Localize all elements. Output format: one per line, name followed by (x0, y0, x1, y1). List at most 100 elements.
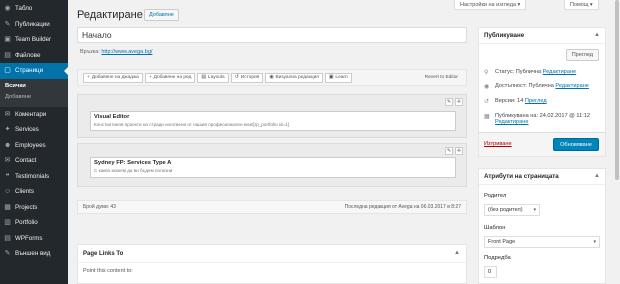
sidebar-item-label: WPForms (15, 234, 43, 242)
row-move-icon[interactable]: ✛ (455, 147, 463, 155)
current-menu-arrow (64, 66, 68, 75)
sidebar-item-pages[interactable]: ▢ Страници (0, 63, 68, 79)
row-edit-icon[interactable]: ✎ (445, 147, 453, 155)
sidebar-item-label: Публикации (15, 20, 50, 28)
widget-title: Visual Editor (94, 114, 130, 120)
toolbar-label: Добавяне на ред (153, 75, 192, 80)
sidebar-item-media[interactable]: ▤ Файлове (0, 48, 68, 64)
permalink-label: Връзка: (80, 49, 100, 55)
layouts-button[interactable]: ▤ Layouts (197, 72, 229, 83)
add-row-button[interactable]: + Добавяне на ред (144, 72, 196, 83)
widget-visual-editor[interactable]: Visual Editor Константинов проекти на ст… (90, 111, 456, 131)
contact-icon: ✉ (4, 157, 11, 165)
sidebar-item-appearance[interactable]: ✎ Външен вид (0, 246, 68, 262)
row-edit-icon[interactable]: ✎ (445, 98, 453, 106)
eye-icon: ◉ (484, 84, 490, 90)
parent-value: (без родител) (488, 207, 523, 213)
screen-options-button[interactable]: Настройки на изгледа ▾ (454, 0, 527, 10)
appearance-icon: ✎ (4, 250, 11, 258)
sidebar-item-projects[interactable]: ▦ Projects (0, 200, 68, 216)
page-links-to-box: Page Links To ▲ Point this content to: (77, 244, 467, 284)
publish-box: Публикуване ▲ Преглед ⚲ Статус: Публична… (478, 27, 606, 157)
toolbar-label: Layouts (207, 75, 225, 80)
sidebar-item-label: Portfolio (15, 219, 38, 227)
template-label: Шаблон (484, 225, 506, 231)
live-editor-button[interactable]: ◉ Визуална редакция (265, 72, 323, 83)
layouts-icon: ▤ (201, 75, 206, 80)
permalink-url[interactable]: http://www.avega.bg/ (101, 49, 152, 55)
row-move-icon[interactable]: ✛ (455, 98, 463, 106)
update-button[interactable]: Обновяване (553, 138, 599, 151)
pages-submenu: Всички Добавяне (0, 78, 68, 107)
calendar-icon: ▦ (484, 114, 490, 120)
team-icon: ▣ (4, 36, 11, 44)
post-title-input[interactable]: Начало (77, 27, 467, 43)
toolbar-label: Добавяне на джаджа (91, 75, 139, 80)
sidebar-item-label: Страници (15, 67, 44, 75)
page-builder: + Добавяне на джаджа + Добавяне на ред ▤ La… (77, 69, 467, 199)
revert-to-editor-link[interactable]: Revert to Editor (425, 75, 458, 80)
published-edit-link[interactable]: Редактиране (495, 119, 528, 125)
editor-status-bar: Брой думи: 43 Последна редакция от Avega… (77, 200, 467, 214)
sidebar-item-services[interactable]: ✦ Services (0, 122, 68, 138)
sidebar-item-team[interactable]: ▣ Team Builder (0, 32, 68, 48)
status-edit-link[interactable]: Редактиране (543, 69, 576, 75)
sidebar-item-label: Коментари (15, 110, 47, 118)
page-title: Редактиране (77, 9, 143, 21)
clients-icon: ☺ (4, 188, 12, 196)
sidebar-item-contact[interactable]: ✉ Contact (0, 153, 68, 169)
box-title: Публикуване (479, 28, 605, 44)
media-icon: ▤ (4, 51, 11, 59)
learn-button[interactable]: ▣ Learn (324, 72, 352, 83)
sidebar-item-employees[interactable]: ☻ Employees (0, 138, 68, 154)
sidebar-item-comments[interactable]: ✉ Коментари (0, 107, 68, 123)
toggle-arrow-icon[interactable]: ▲ (594, 32, 600, 38)
order-input[interactable]: 0 (484, 266, 497, 278)
submenu-all-pages[interactable]: Всички (0, 81, 68, 92)
sidebar-item-wpforms[interactable]: ▤ WPForms (0, 231, 68, 247)
submenu-add-new[interactable]: Добавяне (0, 92, 68, 103)
parent-select[interactable]: (без родител) ▾ (484, 204, 540, 216)
builder-row[interactable]: ✎ ✛ Sydney FP: Services Type A С какво м… (77, 143, 467, 187)
sidebar-item-label: Services (15, 126, 39, 134)
portfolio-icon: ▥ (4, 219, 11, 227)
sidebar-item-testimonials[interactable]: ❝ Testimonials (0, 169, 68, 185)
box-body: Point this content to: (83, 268, 133, 274)
learn-icon: ▣ (328, 75, 334, 80)
services-icon: ✦ (4, 126, 11, 134)
template-select[interactable]: Front Page ▾ (484, 236, 600, 248)
pin-icon: ✎ (4, 20, 11, 28)
sidebar-item-pin[interactable]: ✎ Публикации (0, 17, 68, 33)
builder-row[interactable]: ✎ ✛ Visual Editor Константинов проекти н… (77, 94, 467, 138)
visibility-row: ◉ Достъпност: Публична Редактиране (484, 83, 604, 90)
template-value: Front Page (488, 239, 516, 245)
page-scrollbar[interactable] (614, 0, 620, 284)
sidebar-item-portfolio[interactable]: ▥ Portfolio (0, 215, 68, 231)
add-widget-button[interactable]: + Добавяне на джаджа (83, 72, 143, 83)
toggle-arrow-icon[interactable]: ▲ (454, 250, 460, 256)
parent-label: Родител (484, 193, 507, 199)
preview-button[interactable]: Преглед (565, 49, 599, 61)
builder-toolbar: + Добавяне на джаджа + Добавяне на ред ▤ La… (77, 69, 467, 86)
revisions-browse-link[interactable]: Преглед (525, 98, 547, 104)
sidebar-item-dashboard[interactable]: ◉ Табло (0, 1, 68, 17)
published-row: ▦ Публикувана на: 24.02.2017 @ 11:12 Реда… (484, 113, 604, 125)
toggle-arrow-icon[interactable]: ▲ (594, 173, 600, 179)
plus-icon: + (87, 75, 90, 80)
help-button[interactable]: Помощ ▾ (564, 0, 599, 10)
history-button[interactable]: ↺ История (230, 72, 264, 83)
sidebar-item-label: Employees (15, 141, 46, 149)
trash-link[interactable]: Изтриване (484, 141, 512, 147)
box-title: Атрибути на страницата (479, 169, 605, 185)
add-new-button[interactable]: Добавяне (144, 9, 179, 21)
scrollbar-thumb[interactable] (615, 0, 619, 180)
toolbar-label: Learn (335, 75, 348, 80)
visibility-edit-link[interactable]: Редактиране (555, 83, 588, 89)
widget-description: Константинов проекти на страдн изготвени… (94, 122, 290, 127)
widget-services[interactable]: Sydney FP: Services Type A С какво можем… (90, 157, 456, 178)
pages-icon: ▢ (4, 67, 11, 75)
revisions-icon: ↺ (484, 99, 490, 105)
box-title: Page Links To (78, 245, 466, 263)
sidebar-item-clients[interactable]: ☺ Clients (0, 184, 68, 200)
employees-icon: ☻ (4, 141, 12, 149)
